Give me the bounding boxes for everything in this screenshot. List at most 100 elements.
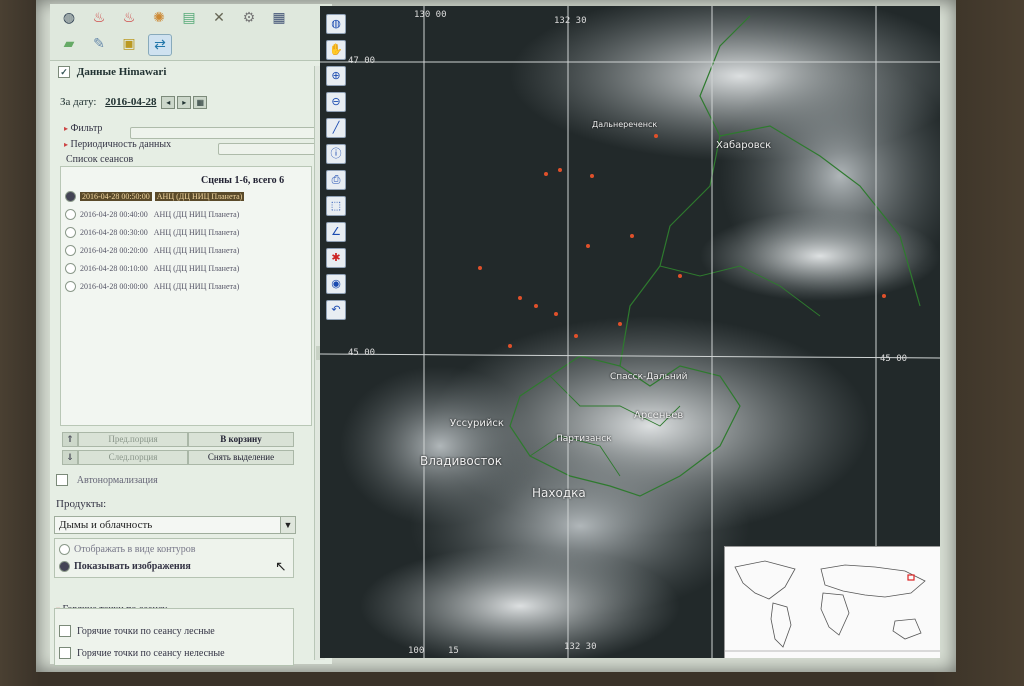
fire-cluster-icon[interactable]: ✺	[148, 8, 170, 28]
zoom-in-icon[interactable]: ⊕	[326, 66, 346, 86]
settings-icon[interactable]: ⚙	[238, 8, 260, 28]
list-item[interactable]: 2016-04-28 00:40:00 АНЦ (ДЦ НИЦ Планета)	[65, 207, 239, 221]
fire-building-icon[interactable]: ♨	[118, 8, 140, 28]
boxes-icon[interactable]: ▣	[118, 34, 140, 54]
scene-radio[interactable]	[65, 262, 76, 274]
city-arsenyev: Арсеньев	[634, 410, 684, 421]
hotspots-nonforest-checkbox[interactable]	[59, 647, 71, 659]
calendar-icon[interactable]: ▦	[193, 96, 208, 109]
show-contours-label: Отображать в виде контуров	[74, 544, 196, 555]
scene-source: АНЦ (ДЦ НИЦ Планета)	[153, 245, 240, 255]
city-khabarovsk: Хабаровск	[716, 140, 772, 151]
show-contours-option[interactable]: Отображать в виде контуров	[59, 544, 196, 555]
prev-date-icon[interactable]: ◂	[161, 96, 176, 109]
satellite-map[interactable]: ◍ ✋ ⊕ ⊖ ╱ ⓘ ⎙ ⬚ ∠ ✱ ◉ ↶ 130 00 132 30 47…	[320, 6, 940, 658]
left-panel: ◍ ♨ ♨ ✺ ▤ ✕ ⚙ ▦ ▰ ✎ ▣ ⇄ ✓ Данные Himawar…	[50, 4, 332, 666]
auto-normalization[interactable]: Автонормализация	[56, 474, 158, 487]
fire-icon[interactable]: ♨	[88, 8, 110, 28]
city-vladivostok: Владивосток	[420, 454, 502, 468]
clear-selection-button[interactable]: Снять выделение	[188, 450, 294, 465]
mouse-cursor-icon: ↖	[275, 560, 287, 575]
scene-time: 2016-04-28 00:00:00	[80, 281, 148, 291]
hotspots-forest-label: Горячие точки по сеансу лесные	[77, 625, 215, 637]
product-select-value: Дымы и облачность	[59, 519, 153, 531]
expand-icon: ▸	[64, 140, 69, 149]
period-label: Периодичность данных	[70, 139, 172, 150]
coord-lon132-top: 132 30	[554, 16, 587, 26]
tools-icon[interactable]: ✕	[208, 8, 230, 28]
scene-time: 2016-04-28 00:30:00	[80, 227, 148, 237]
projector-screen: ◍ ♨ ♨ ✺ ▤ ✕ ⚙ ▦ ▰ ✎ ▣ ⇄ ✓ Данные Himawar…	[36, 0, 956, 672]
date-value[interactable]: 2016-04-28	[105, 96, 156, 108]
map-tile-icon[interactable]: ▰	[58, 34, 80, 54]
select-icon[interactable]: ⬚	[326, 196, 346, 216]
radio-contours[interactable]	[59, 544, 70, 555]
scene-radio[interactable]	[65, 226, 76, 238]
globe-icon[interactable]: ◍	[58, 8, 80, 28]
share-icon[interactable]: ⇄	[148, 34, 172, 56]
city-nakhodka: Находка	[532, 486, 586, 500]
scene-source: АНЦ (ДЦ НИЦ Планета)	[154, 191, 245, 201]
list-item[interactable]: 2016-04-28 00:00:00 АНЦ (ДЦ НИЦ Планета)	[65, 279, 239, 293]
next-portion-button[interactable]: След.порция	[78, 450, 188, 465]
scroll-up-icon[interactable]: ⇑	[62, 432, 78, 447]
city-ussuriysk: Уссурийск	[450, 418, 504, 429]
map-edit-icon[interactable]: ✎	[88, 34, 110, 54]
scene-time: 2016-04-28 00:10:00	[80, 263, 148, 273]
globe-icon[interactable]: ◍	[326, 14, 346, 34]
scene-time: 2016-04-28 00:40:00	[80, 209, 148, 219]
himawari-checkbox[interactable]: ✓	[58, 66, 70, 79]
scene-time: 2016-04-28 00:20:00	[80, 245, 148, 255]
hotspots-nonforest-label: Горячие точки по сеансу нелесные	[77, 647, 225, 659]
scene-radio[interactable]	[65, 190, 76, 202]
sessions-label: Список сеансов	[66, 154, 134, 165]
city-spassk: Спасск-Дальний	[610, 372, 688, 382]
display-mode-group: Отображать в виде контуров Показывать из…	[54, 538, 294, 578]
room-wall-left	[0, 0, 40, 686]
list-item[interactable]: 2016-04-28 00:20:00 АНЦ (ДЦ НИЦ Планета)	[65, 243, 239, 257]
pan-icon[interactable]: ✋	[326, 40, 346, 60]
scene-radio[interactable]	[65, 208, 76, 220]
pin-icon[interactable]: ✱	[326, 248, 346, 268]
period-toggle[interactable]: ▸ Периодичность данных	[64, 139, 171, 150]
chevron-down-icon[interactable]: ▼	[280, 517, 295, 533]
show-images-option[interactable]: Показывать изображения	[59, 561, 191, 572]
auto-norm-label: Автонормализация	[76, 475, 158, 486]
undo-icon[interactable]: ↶	[326, 300, 346, 320]
scene-radio[interactable]	[65, 280, 76, 292]
auto-norm-checkbox[interactable]	[56, 474, 68, 487]
coord-lat45-left: 45 00	[348, 348, 376, 358]
scene-source: АНЦ (ДЦ НИЦ Планета)	[153, 227, 240, 237]
hotspots-forest-checkbox[interactable]	[59, 625, 71, 637]
info-icon[interactable]: ⓘ	[326, 144, 346, 164]
table-icon[interactable]: ▦	[268, 8, 290, 28]
filter-divider	[130, 127, 328, 139]
filter-toggle[interactable]: ▸ Фильтр	[64, 123, 102, 134]
list-item[interactable]: 2016-04-28 00:30:00 АНЦ (ДЦ НИЦ Планета)	[65, 225, 239, 239]
scene-radio[interactable]	[65, 244, 76, 256]
radio-images[interactable]	[59, 561, 70, 572]
list-item[interactable]: 2016-04-28 00:50:00 АНЦ (ДЦ НИЦ Планета)	[65, 189, 245, 203]
product-select[interactable]: Дымы и облачность ▼	[54, 516, 296, 534]
coord-lon130: 130 00	[414, 10, 447, 20]
prev-portion-button[interactable]: Пред.порция	[78, 432, 188, 447]
filter-label: Фильтр	[70, 123, 103, 134]
zoom-out-icon[interactable]: ⊖	[326, 92, 346, 112]
sphere-icon[interactable]: ◉	[326, 274, 346, 294]
list-item[interactable]: 2016-04-28 00:10:00 АНЦ (ДЦ НИЦ Планета)	[65, 261, 239, 275]
to-cart-button[interactable]: В корзину	[188, 432, 294, 447]
coord-lat47: 47 00	[348, 56, 376, 66]
scroll-down-icon[interactable]: ⇓	[62, 450, 78, 465]
ruler-icon[interactable]: ╱	[326, 118, 346, 138]
overview-map[interactable]	[724, 546, 940, 658]
city-partizansk: Партизанск	[556, 434, 612, 444]
layers-icon[interactable]: ▤	[178, 8, 200, 28]
print-icon[interactable]: ⎙	[326, 170, 346, 190]
scene-list: Сцены 1-6, всего 6 2016-04-28 00:50:00 А…	[60, 166, 312, 426]
line-icon[interactable]: ∠	[326, 222, 346, 242]
coord-lat45-right: 45 00	[880, 354, 908, 364]
hotspots-nonforest-option[interactable]: Горячие точки по сеансу нелесные	[59, 647, 225, 659]
next-date-icon[interactable]: ▸	[177, 96, 192, 109]
hotspots-forest-option[interactable]: Горячие точки по сеансу лесные	[59, 625, 215, 637]
scene-source: АНЦ (ДЦ НИЦ Планета)	[153, 263, 240, 273]
